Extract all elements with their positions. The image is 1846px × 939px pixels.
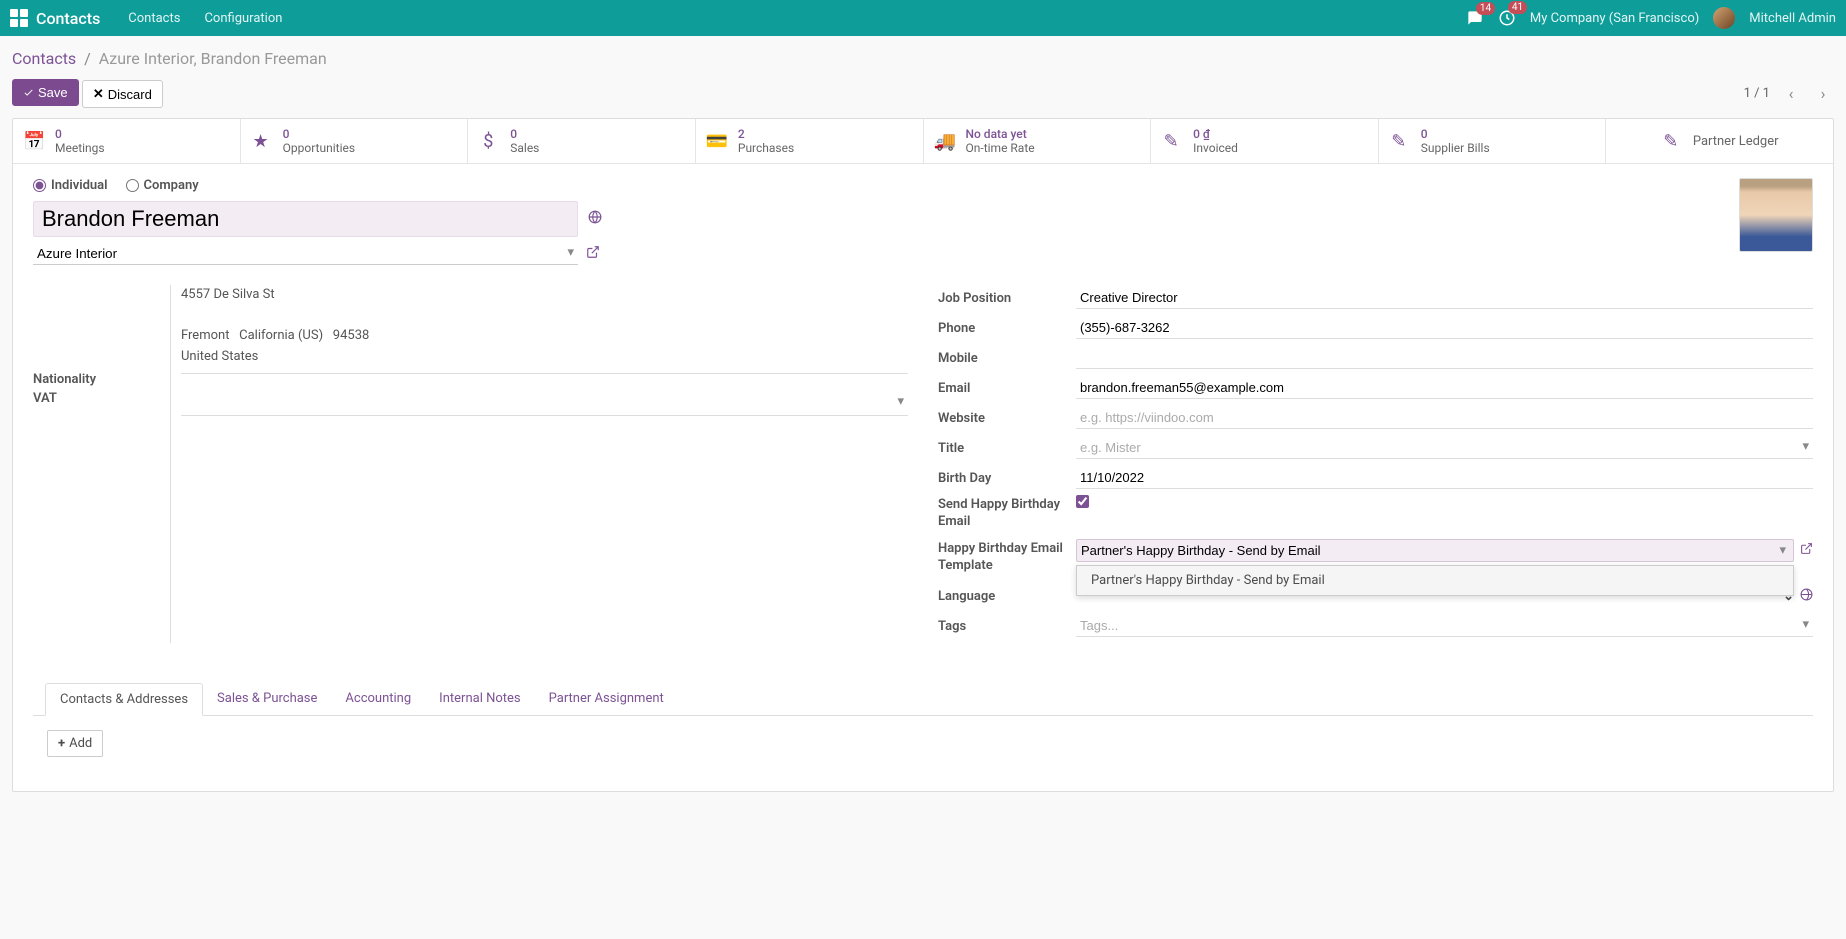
truck-icon: 🚚 (934, 131, 954, 152)
bday-template-input[interactable] (1076, 539, 1794, 562)
bday-template-dropdown: Partner's Happy Birthday - Send by Email (1076, 565, 1794, 596)
tab-sales-purchase[interactable]: Sales & Purchase (203, 683, 331, 715)
stat-partner-ledger[interactable]: ✎Partner Ledger (1606, 119, 1833, 163)
edit-icon: ✎ (1389, 131, 1409, 152)
nationality-input[interactable] (181, 394, 908, 416)
tabs: Contacts & Addresses Sales & Purchase Ac… (33, 683, 1813, 716)
topbar: Contacts Contacts Configuration 14 41 My… (0, 0, 1846, 36)
stat-opportunities[interactable]: ★0Opportunities (241, 119, 469, 163)
card-icon: 💳 (706, 131, 726, 152)
breadcrumb-root[interactable]: Contacts (12, 49, 76, 68)
messages-icon[interactable]: 14 (1466, 10, 1484, 26)
name-input[interactable] (33, 201, 578, 237)
star-icon: ★ (251, 131, 271, 152)
globe-icon[interactable] (588, 210, 602, 228)
app-title: Contacts (36, 9, 100, 28)
breadcrumb: Contacts / Azure Interior, Brandon Freem… (12, 44, 1834, 73)
send-birthday-checkbox[interactable] (1076, 495, 1089, 508)
mobile-input[interactable] (1076, 347, 1813, 369)
radio-individual[interactable]: Individual (33, 178, 108, 193)
activities-icon[interactable]: 41 (1498, 9, 1516, 27)
menu-configuration[interactable]: Configuration (204, 11, 282, 26)
company-input[interactable] (33, 243, 578, 265)
messages-badge: 14 (1476, 2, 1495, 15)
title-input[interactable] (1076, 437, 1813, 459)
stat-ontime[interactable]: 🚚No data yetOn-time Rate (924, 119, 1152, 163)
tab-partner-assignment[interactable]: Partner Assignment (535, 683, 678, 715)
external-link-icon[interactable] (586, 245, 600, 263)
activities-badge: 41 (1508, 1, 1527, 14)
chevron-down-icon[interactable]: ▾ (563, 245, 578, 260)
add-button[interactable]: +Add (47, 730, 103, 757)
stat-row: 📅0Meetings ★0Opportunities $0Sales 💳2Pur… (13, 119, 1833, 164)
pager-text: 1 / 1 (1744, 86, 1770, 101)
label-vat: VAT (33, 389, 171, 408)
dollar-icon: $ (478, 131, 498, 152)
form-sheet: 📅0Meetings ★0Opportunities $0Sales 💳2Pur… (12, 118, 1834, 792)
tab-contacts-addresses[interactable]: Contacts & Addresses (45, 683, 203, 716)
chevron-down-icon[interactable]: ▾ (1798, 617, 1813, 632)
external-link-icon[interactable] (1800, 542, 1813, 559)
dropdown-option[interactable]: Partner's Happy Birthday - Send by Email (1077, 566, 1793, 595)
contact-type: Individual Company (33, 178, 1813, 193)
address-block[interactable]: 4557 De Silva St Fremont California (US)… (181, 285, 908, 374)
pager-next-icon[interactable]: › (1812, 84, 1834, 103)
stat-purchases[interactable]: 💳2Purchases (696, 119, 924, 163)
chevron-down-icon[interactable]: ▾ (893, 394, 908, 409)
pager: 1 / 1 ‹ › (1744, 84, 1834, 103)
user-menu[interactable]: Mitchell Admin (1749, 11, 1836, 26)
tab-internal-notes[interactable]: Internal Notes (425, 683, 534, 715)
stat-sales[interactable]: $0Sales (468, 119, 696, 163)
topbar-menu: Contacts Configuration (128, 11, 282, 26)
company-switcher[interactable]: My Company (San Francisco) (1530, 11, 1699, 26)
edit-icon: ✎ (1661, 131, 1681, 152)
phone-input[interactable] (1076, 317, 1813, 339)
chevron-down-icon[interactable]: ▾ (1798, 439, 1813, 454)
email-input[interactable] (1076, 377, 1813, 399)
menu-contacts[interactable]: Contacts (128, 11, 180, 26)
save-button[interactable]: Save (12, 79, 79, 106)
globe-icon[interactable] (1800, 588, 1813, 605)
contact-photo[interactable] (1739, 178, 1813, 252)
label-nationality: Nationality (33, 370, 171, 389)
stat-supplier-bills[interactable]: ✎0Supplier Bills (1379, 119, 1607, 163)
calendar-icon: 📅 (23, 131, 43, 152)
radio-company[interactable]: Company (126, 178, 199, 193)
breadcrumb-leaf: Azure Interior, Brandon Freeman (99, 49, 327, 68)
website-input[interactable] (1076, 407, 1813, 429)
job-position-input[interactable] (1076, 287, 1813, 309)
avatar[interactable] (1713, 7, 1735, 29)
pager-prev-icon[interactable]: ‹ (1780, 84, 1802, 103)
apps-icon[interactable] (10, 9, 28, 27)
birthday-input[interactable] (1076, 467, 1813, 489)
stat-invoiced[interactable]: ✎0 ₫Invoiced (1151, 119, 1379, 163)
chevron-down-icon[interactable]: ▾ (1775, 543, 1790, 558)
tags-input[interactable] (1076, 615, 1813, 637)
discard-button[interactable]: ✕ Discard (82, 80, 163, 108)
edit-icon: ✎ (1161, 131, 1181, 152)
tab-accounting[interactable]: Accounting (331, 683, 425, 715)
stat-meetings[interactable]: 📅0Meetings (13, 119, 241, 163)
